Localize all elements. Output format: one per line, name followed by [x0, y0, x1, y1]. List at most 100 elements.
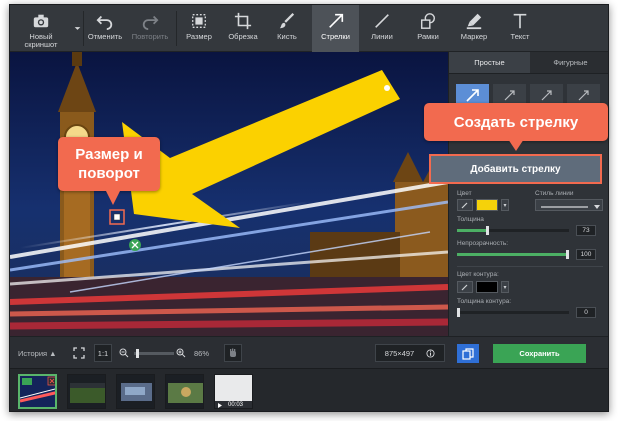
eyedropper-button[interactable] — [457, 199, 473, 211]
tool-lines-label: Линии — [371, 32, 393, 41]
tool-size-label: Размер — [186, 32, 212, 41]
opacity-slider[interactable] — [457, 250, 569, 259]
save-button[interactable]: Сохранить — [493, 344, 586, 363]
redo-icon — [142, 15, 159, 30]
history-toggle[interactable]: История ▲ — [18, 349, 57, 358]
text-icon — [513, 13, 527, 29]
new-screenshot-label: Новый скриншот — [24, 32, 58, 49]
outline-thickness-slider[interactable] — [457, 308, 569, 317]
arrow-style-icon — [578, 90, 589, 101]
eyedropper-icon — [461, 202, 468, 209]
image-canvas[interactable] — [10, 52, 448, 336]
tool-arrows-label: Стрелки — [321, 32, 350, 41]
bottom-bar: История ▲ 1:1 86% 875×497 Сохранить — [10, 336, 608, 368]
undo-button[interactable]: Отменить — [84, 5, 126, 52]
tool-lines[interactable]: Линии — [359, 5, 405, 52]
add-arrow-button[interactable]: Добавить стрелку — [429, 154, 602, 184]
arrow-style-icon — [541, 90, 552, 101]
outline-thickness-label: Толщина контура: — [457, 298, 512, 305]
tool-frames[interactable]: Рамки — [405, 5, 451, 52]
actual-size-button[interactable]: 1:1 — [94, 344, 112, 362]
line-style-label: Стиль линии — [535, 190, 574, 197]
tool-arrows[interactable]: Стрелки — [312, 5, 359, 52]
arrow-style-icon — [465, 89, 479, 102]
zoom-value: 86% — [194, 349, 210, 358]
eyedropper-icon — [461, 284, 468, 291]
shapes-icon — [420, 13, 436, 29]
toolbar: Новый скриншот Отменить Повторить Размер… — [10, 5, 608, 52]
line-style-preview — [541, 205, 600, 209]
canvas-image — [10, 52, 448, 336]
crop-icon — [234, 12, 252, 30]
callout-pointer — [105, 189, 121, 205]
outline-color-dropdown[interactable]: ▾ — [501, 281, 509, 293]
opacity-value[interactable]: 100 — [576, 249, 596, 260]
history-thumb — [166, 375, 203, 408]
arrow-color-swatch[interactable] — [476, 199, 498, 211]
history-item[interactable] — [116, 374, 155, 409]
hand-icon — [230, 348, 236, 357]
fullscreen-icon — [73, 347, 85, 359]
tool-crop[interactable]: Обрезка — [221, 5, 265, 52]
tool-crop-label: Обрезка — [228, 32, 258, 41]
tool-brush-label: Кисть — [277, 32, 297, 41]
history-item-video[interactable]: 00:03 — [214, 374, 253, 409]
line-style-dropdown[interactable] — [535, 199, 603, 211]
app-window: Новый скриншот Отменить Повторить Размер… — [9, 4, 609, 412]
arrow-icon — [328, 13, 343, 28]
thickness-value[interactable]: 73 — [576, 225, 596, 236]
dimensions-text: 875×497 — [384, 348, 415, 358]
undo-icon — [96, 15, 113, 30]
tab-figured[interactable]: Фигурные — [530, 52, 608, 73]
copy-icon — [462, 347, 474, 360]
size-rotate-callout: Размер и поворот — [58, 137, 160, 191]
zoom-slider[interactable] — [134, 349, 174, 358]
outline-thickness-value[interactable]: 0 — [576, 307, 596, 318]
tool-size[interactable]: Размер — [177, 5, 221, 52]
info-icon — [426, 348, 435, 358]
marker-icon — [466, 13, 482, 30]
tool-marker-label: Маркер — [460, 32, 488, 41]
tool-text-label: Текст — [510, 32, 530, 41]
tool-marker[interactable]: Маркер — [451, 5, 497, 52]
history-thumb — [117, 375, 154, 408]
outline-color-label: Цвет контура: — [457, 271, 499, 278]
tool-text[interactable]: Текст — [497, 5, 543, 52]
zoom-out-button[interactable] — [118, 344, 130, 362]
tab-simple[interactable]: Простые — [449, 52, 530, 73]
opacity-label: Непрозрачность: — [457, 240, 509, 247]
chevron-down-icon — [74, 27, 80, 30]
thickness-slider[interactable] — [457, 226, 569, 235]
arrow-color-row: ▾ — [457, 199, 509, 211]
undo-label: Отменить — [87, 32, 123, 41]
fit-to-screen-button[interactable] — [70, 344, 88, 362]
camera-icon — [33, 14, 49, 28]
history-thumb — [20, 376, 55, 407]
new-screenshot-button[interactable]: Новый скриншот — [10, 5, 72, 52]
color-label: Цвет — [457, 190, 472, 197]
outline-color-swatch[interactable] — [476, 281, 498, 293]
outline-color-row: ▾ — [457, 281, 509, 293]
resize-icon — [192, 14, 206, 28]
color-dropdown[interactable]: ▾ — [501, 199, 509, 211]
new-screenshot-dropdown[interactable] — [72, 5, 82, 52]
pan-tool-button[interactable] — [224, 344, 242, 362]
line-icon — [375, 14, 389, 28]
redo-button[interactable]: Повторить — [126, 5, 174, 52]
video-duration: 00:03 — [228, 402, 244, 408]
zoom-in-icon — [176, 348, 186, 358]
history-item-current[interactable] — [18, 374, 57, 409]
outline-eyedropper-button[interactable] — [457, 281, 473, 293]
create-arrow-callout: Создать стрелку — [424, 103, 608, 141]
copy-button[interactable] — [457, 344, 479, 363]
tool-frames-label: Рамки — [417, 32, 439, 41]
redo-label: Повторить — [131, 32, 169, 41]
callout-pointer — [508, 139, 524, 151]
history-item[interactable] — [67, 374, 106, 409]
history-item[interactable] — [165, 374, 204, 409]
history-strip: 00:03 — [10, 368, 608, 411]
tool-brush[interactable]: Кисть — [265, 5, 309, 52]
arrow-style-icon — [504, 90, 515, 101]
zoom-in-button[interactable] — [175, 344, 187, 362]
zoom-out-icon — [119, 348, 129, 358]
